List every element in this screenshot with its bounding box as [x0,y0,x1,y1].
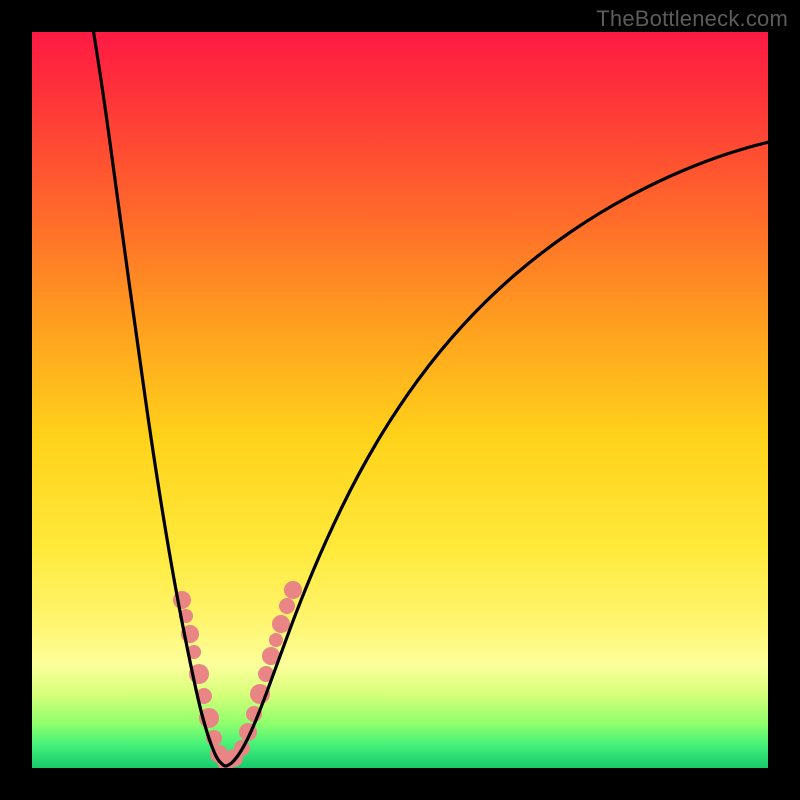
bead-point [272,615,290,633]
bead-point [269,633,283,647]
bottleneck-curve [32,32,768,768]
chart-frame: TheBottleneck.com [0,0,800,800]
watermark-text: TheBottleneck.com [596,6,788,32]
bead-point [279,598,295,614]
plot-area [32,32,768,768]
bead-point [284,581,302,599]
